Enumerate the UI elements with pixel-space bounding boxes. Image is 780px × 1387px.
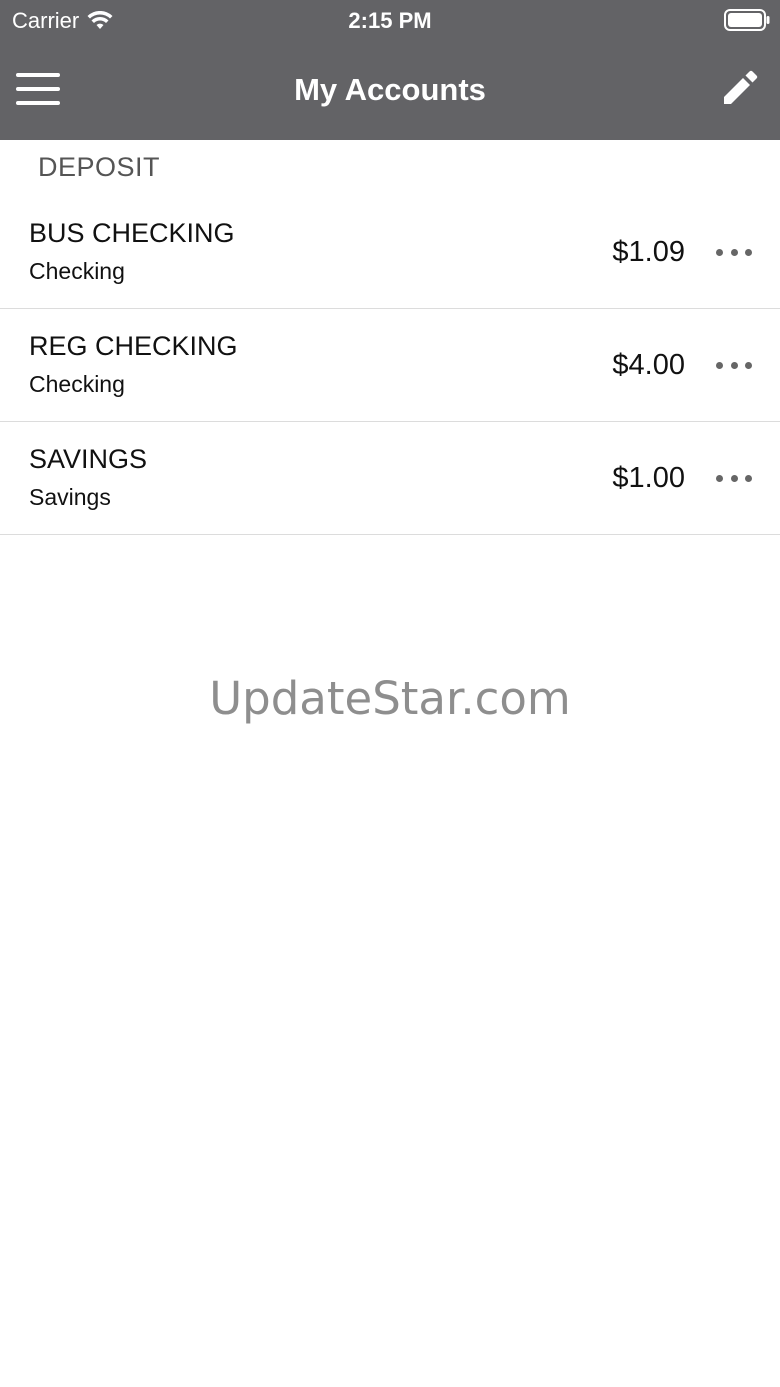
more-options-icon[interactable]	[716, 472, 752, 484]
section-header-deposit: DEPOSIT	[38, 152, 161, 182]
edit-button[interactable]	[720, 68, 760, 108]
account-name: SAVINGS	[29, 444, 148, 474]
account-row[interactable]: SAVINGS Savings $1.00	[0, 422, 780, 535]
navigation-bar: My Accounts	[0, 44, 780, 140]
account-balance: $1.00	[612, 462, 685, 494]
watermark: UpdateStar.com	[209, 672, 571, 725]
account-type: Checking	[29, 371, 125, 397]
accounts-list: BUS CHECKING Checking $1.09 REG CHECKING…	[0, 196, 780, 535]
account-row[interactable]: REG CHECKING Checking $4.00	[0, 309, 780, 422]
top-bar: Carrier 2:15 PM My Accounts	[0, 0, 780, 140]
more-options-icon[interactable]	[716, 246, 752, 258]
status-bar: Carrier 2:15 PM	[0, 0, 780, 40]
page-title: My Accounts	[294, 72, 486, 107]
account-type: Checking	[29, 258, 125, 284]
account-name: REG CHECKING	[29, 331, 238, 361]
account-balance: $4.00	[612, 349, 685, 381]
battery-icon	[724, 9, 770, 31]
account-type: Savings	[29, 484, 111, 510]
account-row[interactable]: BUS CHECKING Checking $1.09	[0, 196, 780, 309]
account-balance: $1.09	[612, 236, 685, 268]
status-time: 2:15 PM	[348, 8, 432, 33]
pencil-icon	[724, 70, 758, 104]
more-options-icon[interactable]	[716, 359, 752, 371]
account-name: BUS CHECKING	[29, 218, 235, 248]
